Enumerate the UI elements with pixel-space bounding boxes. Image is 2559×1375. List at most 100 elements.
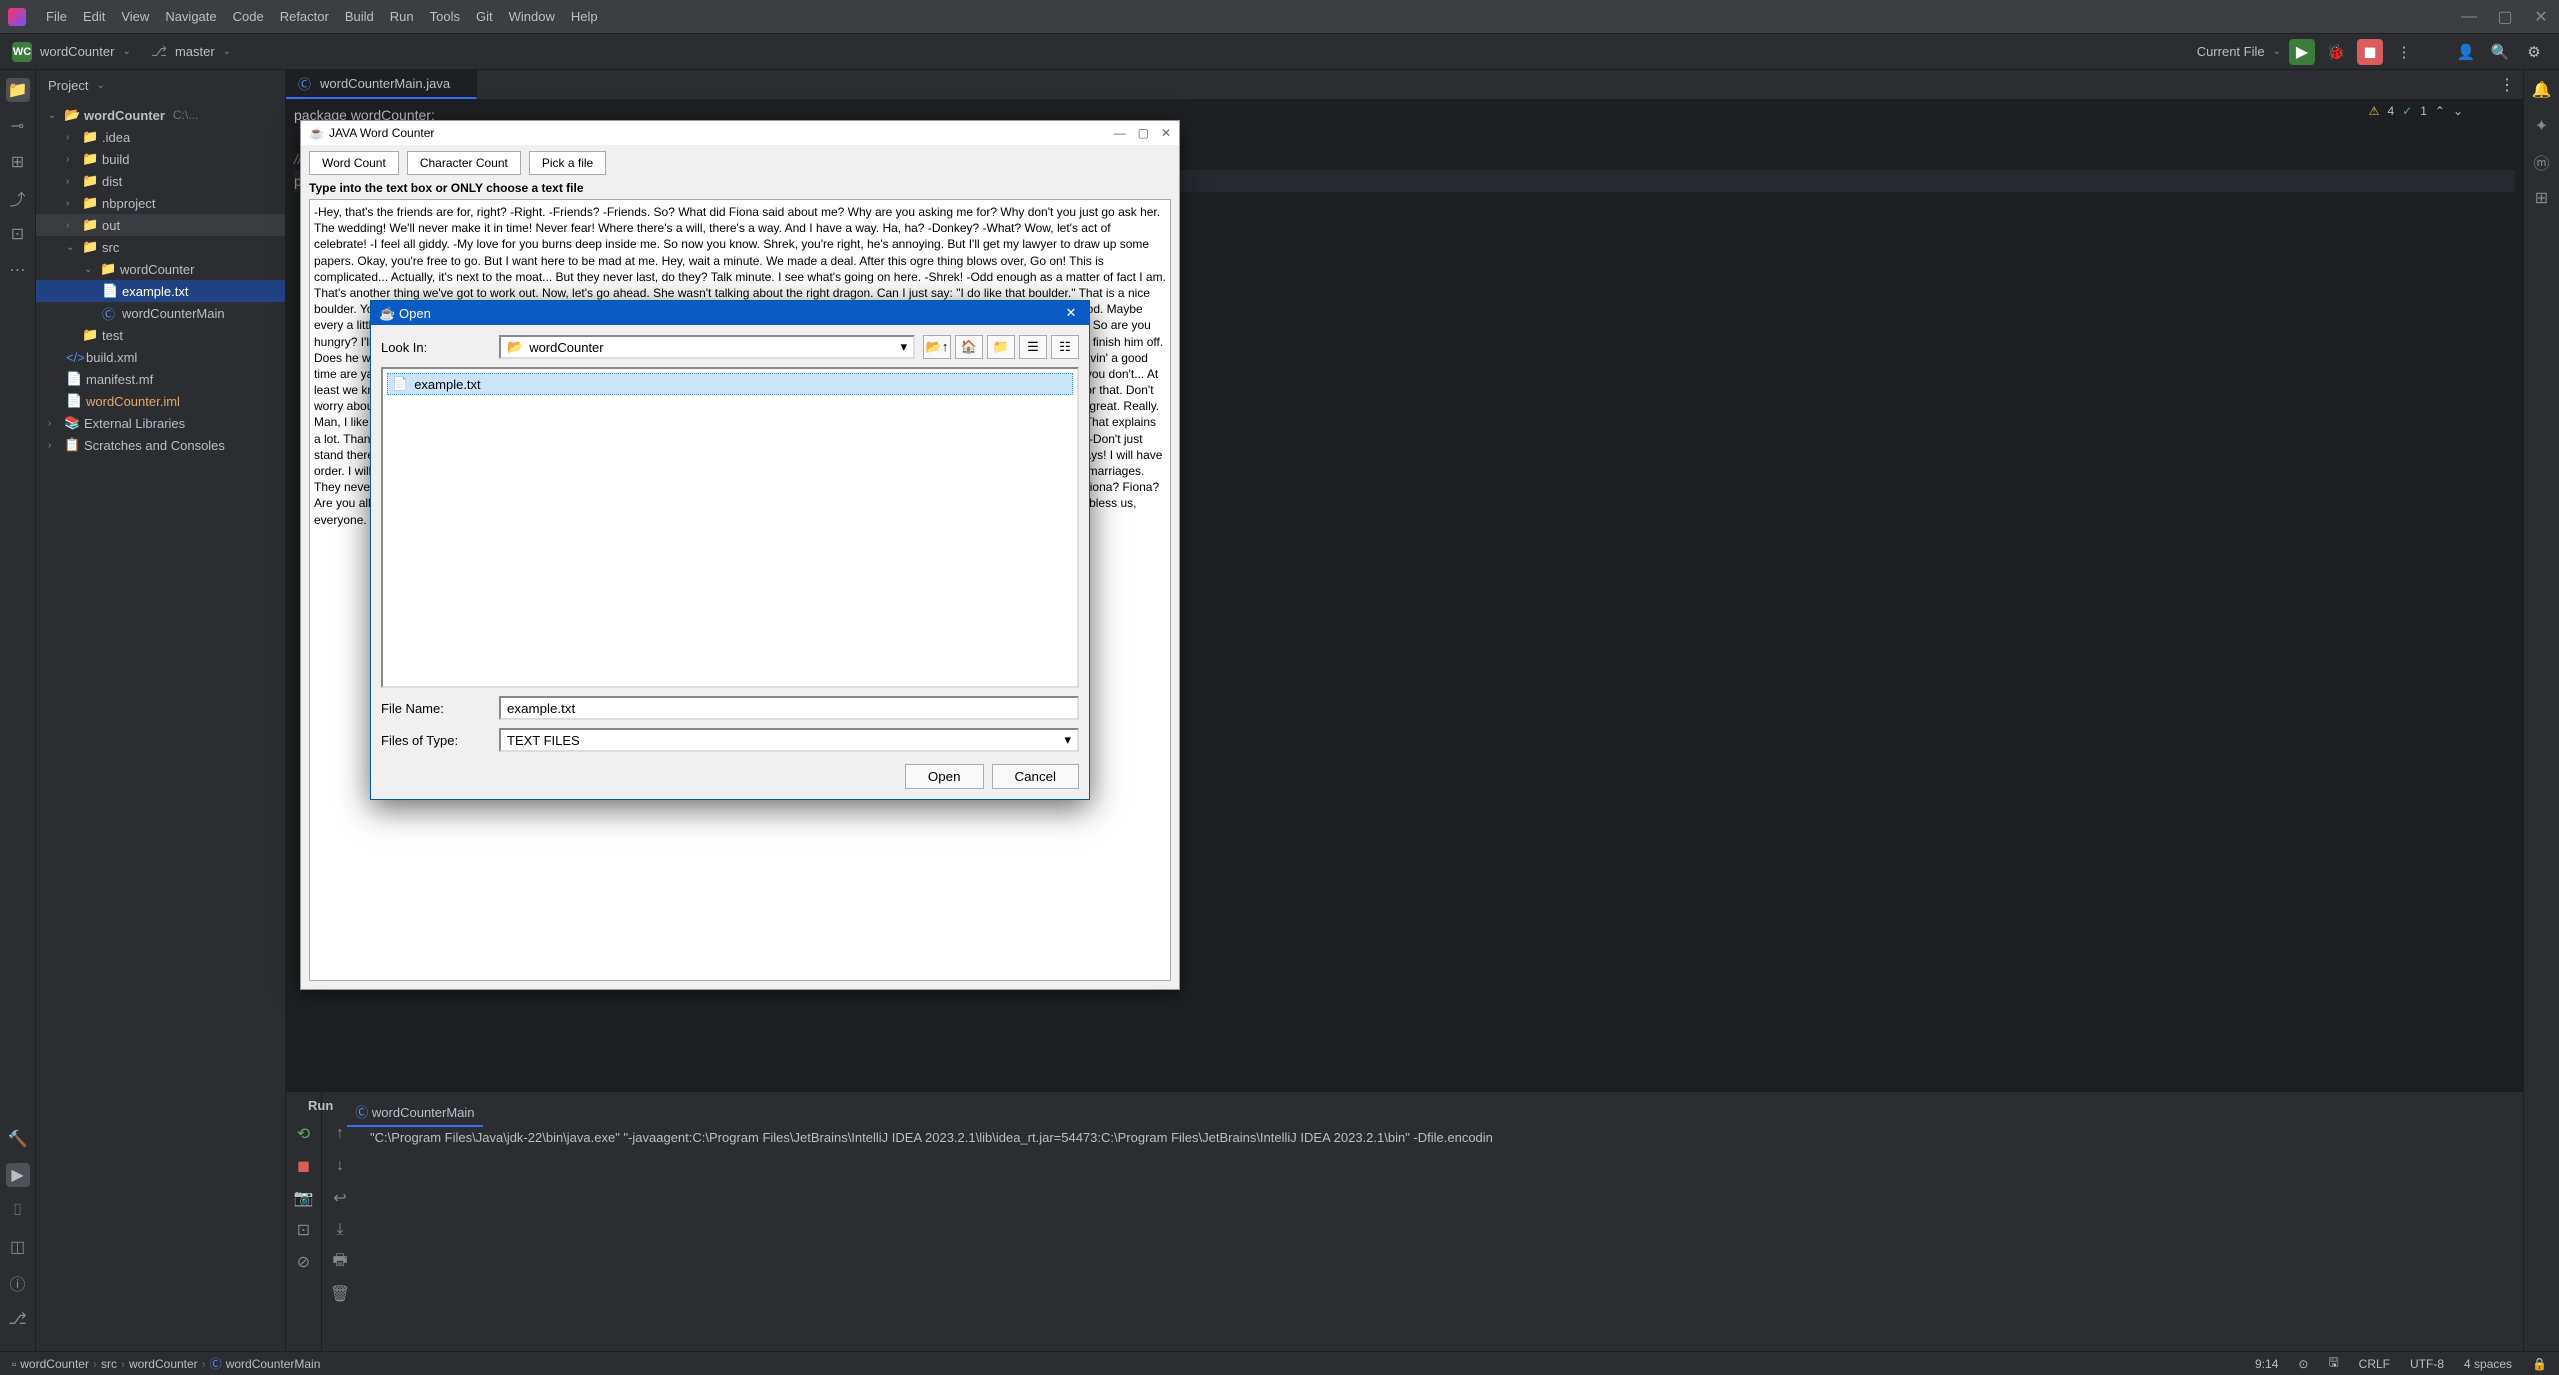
status-icon[interactable]: ⊙ — [2298, 1357, 2308, 1371]
tree-folder[interactable]: src — [102, 240, 119, 255]
tree-file[interactable]: build.xml — [86, 350, 137, 365]
open-button[interactable]: Open — [905, 764, 984, 789]
status-encoding[interactable]: UTF-8 — [2410, 1357, 2444, 1371]
notifications-button[interactable]: 🔔 — [2530, 78, 2554, 102]
menu-navigate[interactable]: Navigate — [157, 5, 224, 28]
tree-folder[interactable]: out — [102, 218, 120, 233]
menu-code[interactable]: Code — [225, 5, 272, 28]
menu-tools[interactable]: Tools — [422, 5, 468, 28]
tree-folder[interactable]: dist — [102, 174, 122, 189]
branch-name[interactable]: master — [175, 44, 215, 59]
window-maximize[interactable]: ▢ — [2495, 7, 2515, 27]
tree-folder[interactable]: test — [102, 328, 123, 343]
menu-edit[interactable]: Edit — [75, 5, 113, 28]
status-readonly-icon[interactable]: 🔒 — [2532, 1357, 2547, 1371]
editor-tab[interactable]: Ⓒ wordCounterMain.java × — [286, 70, 477, 99]
home-button[interactable]: 🏠 — [955, 335, 983, 359]
run-scroll-button[interactable]: ⤓ — [328, 1218, 352, 1242]
status-crlf[interactable]: CRLF — [2359, 1357, 2390, 1371]
warning-icon[interactable]: ⚠ — [2369, 104, 2380, 118]
run-button[interactable]: ▶ — [2289, 39, 2315, 65]
nav-down-icon[interactable]: ⌄ — [2453, 104, 2463, 118]
tree-external-libs[interactable]: External Libraries — [84, 416, 185, 431]
search-button[interactable]: 🔍 — [2487, 39, 2513, 65]
build-tool-button[interactable]: 🔨 — [6, 1127, 30, 1151]
tree-folder[interactable]: nbproject — [102, 196, 155, 211]
tree-folder[interactable]: .idea — [102, 130, 130, 145]
tree-folder[interactable]: build — [102, 152, 129, 167]
pick-file-button[interactable]: Pick a file — [529, 151, 606, 175]
tree-file[interactable]: example.txt — [122, 284, 188, 299]
run-exit-button[interactable]: ⊘ — [292, 1250, 316, 1274]
project-tool-button[interactable]: 📁 — [6, 78, 30, 102]
menu-build[interactable]: Build — [337, 5, 382, 28]
vcs-tool-button[interactable]: ⎇ — [6, 1307, 30, 1331]
new-folder-button[interactable]: 📁 — [987, 335, 1015, 359]
editor-tab-more[interactable]: ⋮ — [2491, 70, 2523, 99]
tree-file[interactable]: manifest.mf — [86, 372, 153, 387]
stack-tool-button[interactable]: ⊡ — [6, 222, 30, 246]
list-view-button[interactable]: ☰ — [1019, 335, 1047, 359]
up-folder-button[interactable]: 📂↑ — [923, 335, 951, 359]
more-tool-button[interactable]: ⋯ — [6, 258, 30, 282]
menu-view[interactable]: View — [113, 5, 157, 28]
details-view-button[interactable]: ☷ — [1051, 335, 1079, 359]
project-name[interactable]: wordCounter — [40, 44, 114, 59]
run-down-button[interactable]: ↓ — [328, 1154, 352, 1178]
stop-button[interactable]: ◼ — [2357, 39, 2383, 65]
tree-file[interactable]: wordCounterMain — [122, 306, 225, 321]
lookin-combo[interactable]: 📂 wordCounter ▾ — [499, 335, 915, 359]
problems-tool-button[interactable]: ⓘ — [6, 1271, 30, 1295]
menu-refactor[interactable]: Refactor — [272, 5, 337, 28]
dialog-close[interactable]: ✕ — [1061, 305, 1081, 321]
ok-icon[interactable]: ✓ — [2402, 104, 2412, 118]
tree-root[interactable]: wordCounter — [84, 108, 165, 123]
status-indent[interactable]: 4 spaces — [2464, 1357, 2512, 1371]
run-clear-button[interactable]: 🗑 — [328, 1282, 352, 1306]
menu-help[interactable]: Help — [563, 5, 606, 28]
run-dump-button[interactable]: ⊡ — [292, 1218, 316, 1242]
run-config-name[interactable]: Current File — [2197, 44, 2265, 59]
breadcrumb[interactable]: ▫ wordCounter› src› wordCounter› ⒸwordCo… — [12, 1355, 320, 1372]
panel-chevron-icon[interactable]: ⌄ — [96, 80, 104, 91]
run-config-tab[interactable]: Ⓒ wordCounterMain — [347, 1098, 482, 1127]
database-button[interactable]: ⊞ — [2530, 186, 2554, 210]
app-minimize[interactable]: — — [1114, 126, 1126, 140]
run-output[interactable]: "C:\Program Files\Java\jdk-22\bin\java.e… — [358, 1122, 2523, 1351]
menu-git[interactable]: Git — [468, 5, 501, 28]
file-item[interactable]: 📄 example.txt — [387, 373, 1073, 395]
run-print-button[interactable]: 🖶 — [328, 1250, 352, 1274]
collab-button[interactable]: 👤 — [2453, 39, 2479, 65]
menu-window[interactable]: Window — [501, 5, 563, 28]
filename-input[interactable] — [499, 696, 1079, 720]
ai-button[interactable]: ✦ — [2530, 114, 2554, 138]
dialog-titlebar[interactable]: ☕ Open ✕ — [371, 301, 1089, 325]
filetype-combo[interactable]: TEXT FILES ▾ — [499, 728, 1079, 752]
run-tool-button[interactable]: ▶ — [6, 1163, 30, 1187]
pullreq-tool-button[interactable]: ⤴ — [6, 186, 30, 210]
app-close[interactable]: ✕ — [1161, 126, 1171, 140]
tree-package[interactable]: wordCounter — [120, 262, 194, 277]
debug-tool-button[interactable]: ◫ — [6, 1235, 30, 1259]
settings-button[interactable]: ⚙ — [2521, 39, 2547, 65]
menu-run[interactable]: Run — [382, 5, 422, 28]
more-button[interactable]: ⋮ — [2391, 39, 2417, 65]
tree-file[interactable]: wordCounter.iml — [86, 394, 180, 409]
terminal-tool-button[interactable]: ⌷ — [6, 1199, 30, 1223]
app-maximize[interactable]: ▢ — [1138, 126, 1149, 140]
run-wrap-button[interactable]: ↩ — [328, 1186, 352, 1210]
cancel-button[interactable]: Cancel — [992, 764, 1080, 789]
tree-scratches[interactable]: Scratches and Consoles — [84, 438, 225, 453]
menu-file[interactable]: File — [38, 5, 75, 28]
structure-tool-button[interactable]: ⊞ — [6, 150, 30, 174]
window-minimize[interactable]: — — [2459, 7, 2479, 27]
project-badge[interactable]: WC — [12, 42, 32, 62]
nav-up-icon[interactable]: ⌃ — [2435, 104, 2445, 118]
gradle-button[interactable]: ⓜ — [2530, 150, 2554, 174]
stop-run-button[interactable]: ◼ — [292, 1154, 316, 1178]
app-titlebar[interactable]: ☕ JAVA Word Counter — ▢ ✕ — [301, 121, 1179, 145]
status-icon[interactable]: 🖫 — [2328, 1353, 2338, 1374]
project-tree[interactable]: ⌄📂wordCounterC:\... ›📁.idea ›📁build ›📁di… — [36, 100, 285, 1351]
file-list[interactable]: 📄 example.txt — [381, 367, 1079, 688]
debug-button[interactable]: 🐞 — [2323, 39, 2349, 65]
